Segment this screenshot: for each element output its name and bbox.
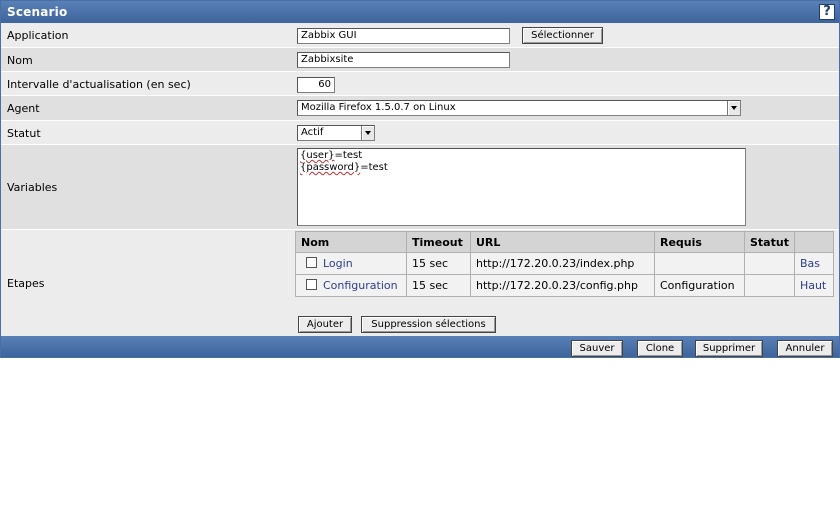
step-status (744, 274, 795, 297)
chevron-down-icon (727, 101, 740, 115)
add-step-button[interactable]: Ajouter (298, 316, 352, 333)
column-header-order (793, 231, 834, 253)
variable-value: =test (334, 150, 363, 161)
step-name-cell: Configuration (295, 274, 407, 297)
step-required: Configuration (654, 274, 745, 297)
steps-table-header: Nom Timeout URL Requis Statut (295, 231, 834, 253)
step-name-link[interactable]: Login (323, 257, 353, 270)
name-row: Nom Zabbixsite (1, 48, 839, 72)
agent-select-value: Mozilla Firefox 1.5.0.7 on Linux (301, 102, 456, 113)
status-select[interactable]: Actif (297, 125, 375, 141)
interval-input[interactable]: 60 (297, 77, 335, 93)
help-button[interactable]: ? (819, 4, 835, 20)
variable-line: {user}=test (300, 150, 743, 162)
form-header: Scenario ? (1, 1, 839, 23)
move-up-link[interactable]: Haut (800, 279, 826, 292)
status-row: Statut Actif (1, 121, 839, 145)
step-status (744, 252, 795, 275)
scenario-form: Scenario ? Application Zabbix GUI Sélect… (0, 0, 840, 358)
step-url: http://172.20.0.23/config.php (470, 274, 655, 297)
table-row: Configuration 15 sec http://172.20.0.23/… (295, 274, 834, 297)
save-button[interactable]: Sauver (571, 340, 623, 357)
column-header-requis[interactable]: Requis (654, 231, 745, 253)
name-label: Nom (7, 54, 33, 67)
step-url: http://172.20.0.23/index.php (470, 252, 655, 275)
status-select-value: Actif (301, 127, 324, 138)
delete-button[interactable]: Supprimer (695, 340, 763, 357)
step-order-cell: Haut (793, 274, 834, 297)
application-label: Application (7, 29, 69, 42)
step-required (654, 252, 745, 275)
clone-button[interactable]: Clone (637, 340, 683, 357)
column-header-statut[interactable]: Statut (744, 231, 795, 253)
column-header-nom[interactable]: Nom (295, 231, 407, 253)
column-header-timeout[interactable]: Timeout (406, 231, 471, 253)
table-row: Login 15 sec http://172.20.0.23/index.ph… (295, 252, 834, 275)
steps-table: Nom Timeout URL Requis Statut Login 15 s… (295, 231, 834, 297)
variables-label: Variables (7, 181, 58, 194)
cancel-button[interactable]: Annuler (777, 340, 833, 357)
application-row: Application Zabbix GUI Sélectionner (1, 23, 839, 48)
chevron-down-icon (361, 126, 374, 140)
row-checkbox[interactable] (306, 278, 317, 290)
name-input[interactable]: Zabbixsite (297, 52, 510, 68)
variable-value: =test (360, 162, 388, 173)
step-order-cell: Bas (793, 252, 834, 275)
variables-textarea[interactable]: {user}=test {password}=test (297, 148, 746, 226)
interval-label: Intervalle d'actualisation (en sec) (7, 78, 191, 91)
select-application-button[interactable]: Sélectionner (522, 27, 603, 44)
step-timeout: 15 sec (406, 274, 471, 297)
move-down-link[interactable]: Bas (800, 257, 820, 270)
agent-row: Agent Mozilla Firefox 1.5.0.7 on Linux (1, 96, 839, 121)
step-name-cell: Login (295, 252, 407, 275)
step-name-link[interactable]: Configuration (323, 279, 398, 292)
row-checkbox[interactable] (306, 256, 317, 268)
variable-macro: {password} (300, 162, 361, 173)
status-label: Statut (7, 127, 41, 140)
agent-select[interactable]: Mozilla Firefox 1.5.0.7 on Linux (297, 100, 741, 116)
variable-macro: {user} (300, 150, 335, 161)
column-header-url[interactable]: URL (470, 231, 655, 253)
step-timeout: 15 sec (406, 252, 471, 275)
delete-selected-steps-button[interactable]: Suppression sélections (361, 316, 496, 333)
interval-row: Intervalle d'actualisation (en sec) 60 (1, 72, 839, 96)
form-title: Scenario (7, 5, 68, 19)
steps-label: Etapes (7, 277, 45, 290)
form-footer: Sauver Clone Supprimer Annuler (1, 336, 839, 357)
agent-label: Agent (7, 102, 40, 115)
application-input[interactable]: Zabbix GUI (297, 28, 510, 44)
variable-line: {password}=test (300, 162, 743, 174)
